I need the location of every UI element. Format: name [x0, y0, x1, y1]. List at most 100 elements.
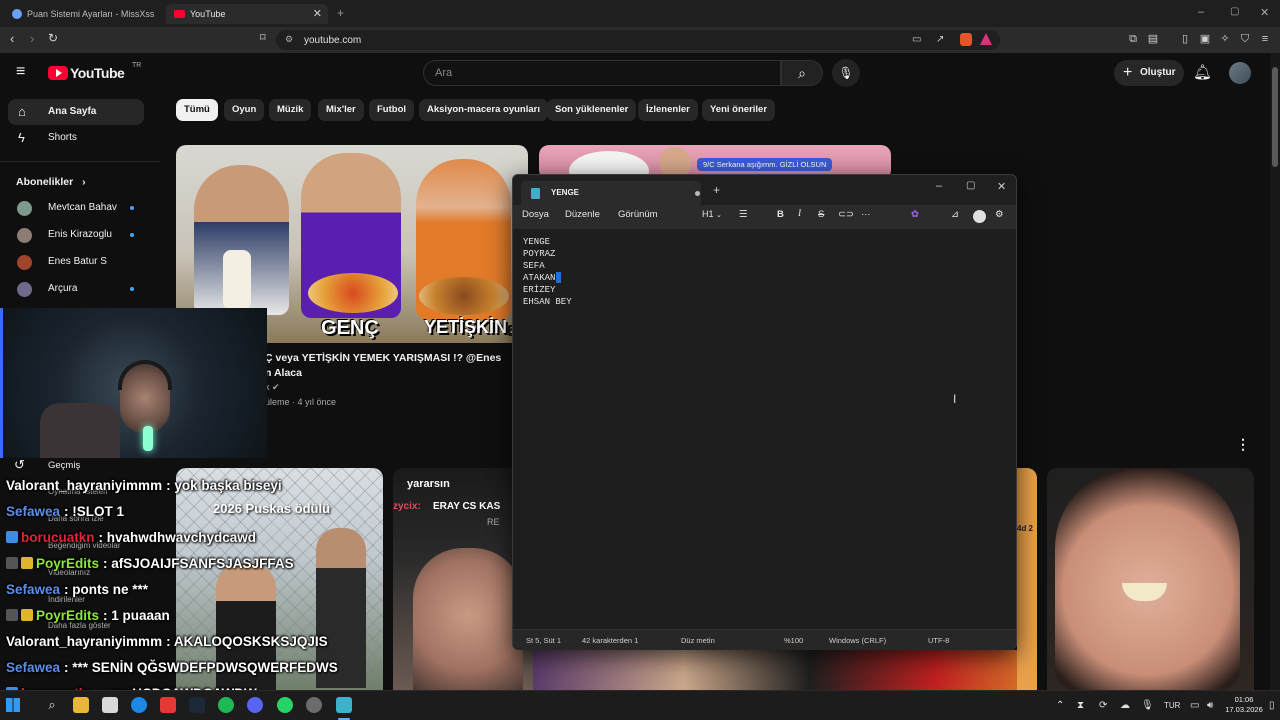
calculator-icon[interactable] — [102, 697, 118, 713]
reading-list-icon[interactable]: ▤ — [1146, 32, 1160, 46]
encoding[interactable]: UTF-8 — [928, 636, 949, 645]
obs-icon[interactable] — [306, 697, 322, 713]
chip-gaming[interactable]: Oyun — [224, 99, 265, 121]
video-thumbnail[interactable]: 2026 Puskas ödülü — [176, 468, 383, 690]
new-tab-icon[interactable]: + — [713, 183, 720, 197]
scrollbar-thumb[interactable] — [1272, 67, 1278, 167]
chip-new-to-you[interactable]: Yeni öneriler — [702, 99, 776, 121]
chip-watched[interactable]: İzlenenler — [638, 99, 698, 121]
heading-select[interactable]: H1 ⌄ — [702, 209, 722, 219]
announcement-icon[interactable]: ⊿ — [951, 209, 959, 220]
notepad-text-area[interactable]: YENGE POYRAZ SEFA ATAKAN ERİZEY EHSAN BE… — [513, 229, 1016, 629]
video-thumbnail[interactable] — [533, 650, 1036, 690]
chip-football[interactable]: Futbol — [369, 99, 415, 121]
maximize-icon[interactable]: ▢ — [1230, 6, 1239, 17]
text-mode[interactable]: Düz metin — [681, 636, 715, 645]
chip-music[interactable]: Müzik — [269, 99, 312, 121]
subscriptions-header[interactable]: Abonelikler › — [16, 176, 86, 188]
reload-icon[interactable]: ↻ — [48, 31, 58, 45]
minimize-icon[interactable]: – — [936, 180, 942, 192]
menu-icon[interactable]: ≡ — [1258, 32, 1272, 46]
site-info-icon[interactable]: ⚙ — [285, 34, 293, 45]
menu-file[interactable]: Dosya — [522, 209, 549, 220]
cast-icon[interactable]: ▭ — [912, 34, 921, 45]
address-bar[interactable]: ⚙ youtube.com ▭ ↗ — [276, 30, 1000, 50]
subscription-item[interactable]: Enes Batur S — [8, 249, 144, 275]
video-thumbnail[interactable] — [1047, 468, 1254, 690]
avatar[interactable] — [1229, 62, 1251, 84]
strikethrough-icon[interactable]: S — [818, 209, 824, 220]
forward-icon[interactable]: › — [30, 31, 34, 46]
whatsapp-icon[interactable] — [277, 697, 293, 713]
maximize-icon[interactable]: ▢ — [966, 180, 975, 191]
leo-ai-icon[interactable]: ✧ — [1218, 32, 1232, 46]
chip-action-adventure[interactable]: Aksiyon-macera oyunları — [419, 99, 548, 121]
sidebar-item-shorts[interactable]: ϟ Shorts — [8, 125, 144, 151]
tray-app-icon[interactable]: ⟳ — [1099, 700, 1107, 711]
more-options-icon[interactable]: ⋮ — [1236, 436, 1250, 453]
microphone-icon[interactable]: 🎙︎ — [1141, 700, 1154, 711]
sidebar-toggle-icon[interactable]: ▯ — [1178, 32, 1192, 46]
voice-search-button[interactable]: 🎙 — [832, 59, 860, 87]
bold-icon[interactable]: B — [777, 209, 784, 220]
minimize-icon[interactable]: – — [1198, 6, 1204, 18]
account-icon[interactable] — [973, 210, 986, 223]
subscription-item[interactable]: Enis Kirazoglu — [8, 222, 144, 248]
search-icon[interactable]: ⌕ — [44, 697, 60, 713]
network-icon[interactable]: ▭ — [1190, 700, 1199, 711]
sidebar-item-home[interactable]: ⌂ Ana Sayfa — [8, 99, 144, 125]
link-icon[interactable]: ⊂⊃ — [838, 209, 854, 220]
file-explorer-icon[interactable] — [73, 697, 89, 713]
italic-icon[interactable]: I — [798, 209, 801, 219]
vpn-icon[interactable]: ⛉ — [1238, 32, 1252, 46]
close-window-icon[interactable]: ✕ — [997, 180, 1006, 193]
search-input[interactable]: Ara — [423, 60, 781, 86]
more-icon[interactable]: ··· — [861, 209, 871, 220]
notifications-bell-icon[interactable]: 🔔︎ — [1193, 63, 1212, 81]
video-thumbnail[interactable]: 4d 2 — [1017, 468, 1037, 690]
video-title[interactable]: Ç veya YETİŞKİN YEMEK YARIŞMASI !? @Enes… — [265, 351, 515, 381]
brave-icon[interactable] — [160, 697, 176, 713]
tray-app-icon[interactable]: ⧗ — [1077, 700, 1084, 711]
tray-overflow-icon[interactable]: ⌃ — [1056, 700, 1064, 711]
notepad-taskbar-icon[interactable] — [336, 697, 352, 713]
menu-edit[interactable]: Düzenle — [565, 209, 600, 220]
menu-view[interactable]: Görünüm — [618, 209, 658, 220]
steam-icon[interactable] — [189, 697, 205, 713]
subscription-item[interactable]: Mevtcan Bahav — [8, 195, 144, 221]
chip-recently-uploaded[interactable]: Son yüklenenler — [547, 99, 637, 121]
wallet-icon[interactable]: ▣ — [1198, 32, 1212, 46]
windows-start-icon[interactable] — [6, 698, 20, 712]
clock[interactable]: 01:06 17.03.2026 — [1222, 695, 1266, 715]
hamburger-menu-icon[interactable]: ≡ — [16, 63, 25, 81]
copilot-icon[interactable]: ✿ — [911, 209, 919, 220]
tab-youtube[interactable]: YouTube ✕ — [166, 4, 328, 24]
discord-icon[interactable] — [247, 697, 263, 713]
page-scrollbar[interactable] — [1270, 53, 1280, 690]
tab-puan-sistemi[interactable]: Puan Sistemi Ayarları - MissXss AI B... — [4, 4, 162, 24]
list-icon[interactable]: ☰ — [739, 209, 748, 220]
bookmark-icon[interactable]: ⌑ — [260, 31, 266, 44]
tray-app-icon[interactable]: ☁ — [1120, 700, 1130, 711]
close-window-icon[interactable]: ✕ — [1260, 6, 1269, 19]
search-button[interactable]: ⌕ — [781, 60, 823, 86]
settings-gear-icon[interactable]: ⚙ — [995, 209, 1004, 220]
brave-rewards-icon[interactable] — [980, 33, 992, 45]
notepad-tab[interactable]: YENGE — [521, 181, 701, 205]
sidebar-item-history[interactable]: Geçmiş — [48, 460, 80, 471]
new-tab-icon[interactable]: + — [337, 6, 344, 20]
back-icon[interactable]: ‹ — [10, 31, 14, 46]
create-button[interactable]: + Oluştur — [1114, 60, 1184, 86]
subscription-item[interactable]: Arçura — [8, 276, 144, 302]
share-icon[interactable]: ↗ — [936, 34, 944, 45]
spotify-icon[interactable] — [218, 697, 234, 713]
extensions-icon[interactable]: ⧉ — [1126, 32, 1140, 46]
close-tab-icon[interactable]: ✕ — [313, 7, 322, 20]
line-ending[interactable]: Windows (CRLF) — [829, 636, 886, 645]
zoom-level[interactable]: %100 — [784, 636, 803, 645]
chip-all[interactable]: Tümü — [176, 99, 218, 121]
input-language[interactable]: TUR — [1164, 701, 1180, 710]
edge-icon[interactable] — [131, 697, 147, 713]
chip-mixes[interactable]: Mix'ler — [318, 99, 364, 121]
volume-icon[interactable]: 🔊︎ — [1207, 700, 1213, 711]
